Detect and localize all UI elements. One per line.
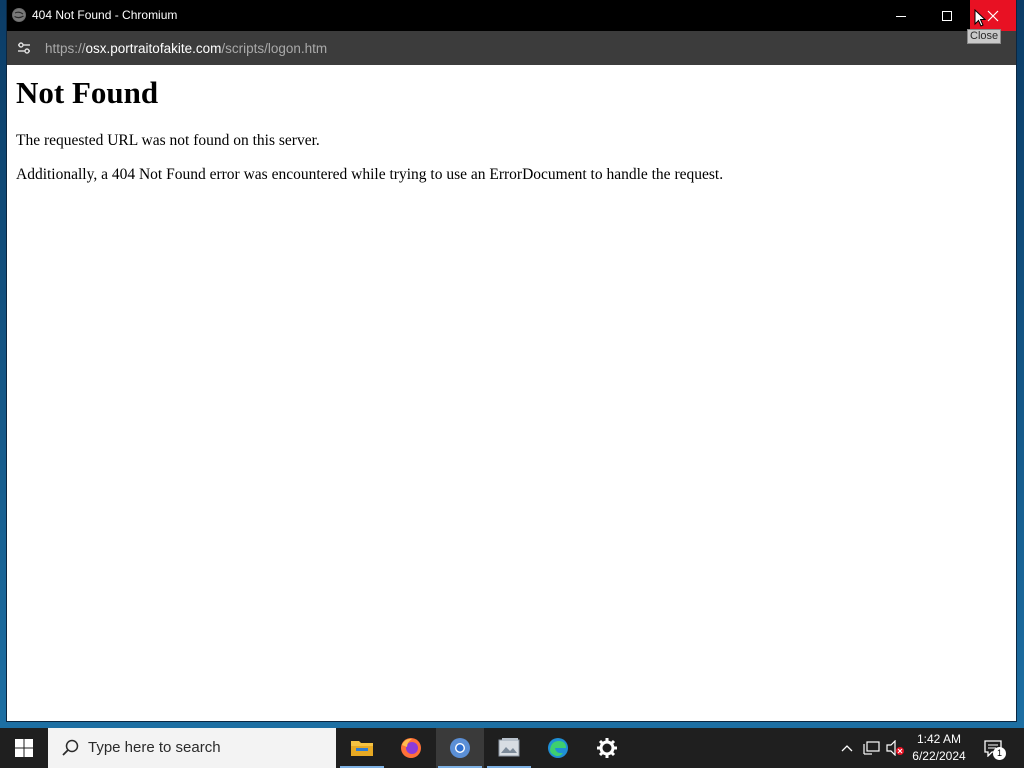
taskbar-file-explorer[interactable] [338, 728, 386, 768]
address-bar[interactable]: https://osx.portraitofakite.com/scripts/… [7, 31, 1016, 65]
mouse-cursor-icon [974, 9, 986, 27]
taskbar: Type here to search 1:42 AM 6/22/2024 1 [0, 728, 1024, 768]
edge-icon [548, 738, 568, 758]
taskbar-edge[interactable] [534, 728, 582, 768]
error-message: The requested URL was not found on this … [16, 132, 320, 149]
close-tooltip: Close [967, 29, 1002, 44]
windows-logo-icon [15, 739, 33, 757]
image-viewer-icon [498, 738, 520, 757]
clock-date: 6/22/2024 [912, 749, 966, 763]
chromium-icon [450, 738, 470, 758]
taskbar-settings[interactable] [583, 728, 631, 768]
network-icon [863, 741, 880, 755]
file-explorer-icon [351, 741, 373, 756]
firefox-icon [401, 738, 421, 758]
network-status-button[interactable] [860, 728, 882, 768]
chevron-up-icon [841, 745, 853, 752]
taskbar-image-viewer[interactable] [485, 728, 533, 768]
settings-gear-icon [597, 738, 617, 758]
maximize-button[interactable] [924, 0, 970, 31]
taskbar-chromium[interactable] [436, 728, 484, 768]
action-center-button[interactable] [976, 728, 1010, 768]
minimize-button[interactable] [878, 0, 924, 31]
notification-count-badge: 1 [993, 747, 1006, 760]
window-title: 404 Not Found - Chromium [32, 8, 178, 22]
search-icon [62, 739, 79, 756]
taskbar-firefox[interactable] [387, 728, 435, 768]
taskbar-search-box[interactable]: Type here to search [48, 728, 336, 768]
site-info-icon[interactable] [15, 39, 33, 57]
page-content: Not Found The requested URL was not foun… [7, 65, 1016, 721]
url-scheme: https:// [45, 41, 86, 56]
search-placeholder: Type here to search [88, 739, 221, 756]
globe-icon [12, 8, 26, 22]
taskbar-clock[interactable]: 1:42 AM 6/22/2024 [906, 731, 972, 765]
title-bar[interactable]: 404 Not Found - Chromium [7, 0, 1016, 31]
volume-button[interactable] [884, 728, 906, 768]
url-text[interactable]: https://osx.portraitofakite.com/scripts/… [45, 41, 327, 56]
show-hidden-icons-button[interactable] [838, 728, 856, 768]
start-button[interactable] [0, 728, 48, 768]
browser-window: 404 Not Found - Chromium https://osx.por… [7, 0, 1016, 721]
close-icon [987, 10, 999, 21]
clock-time: 1:42 AM [916, 732, 962, 746]
volume-muted-icon [886, 740, 904, 756]
maximize-icon [942, 10, 952, 21]
url-path: /scripts/logon.htm [221, 41, 328, 56]
error-document-message: Additionally, a 404 Not Found error was … [16, 166, 724, 183]
url-host: osx.portraitofakite.com [85, 41, 222, 56]
page-heading: Not Found [16, 75, 159, 110]
minimize-icon [896, 15, 906, 17]
